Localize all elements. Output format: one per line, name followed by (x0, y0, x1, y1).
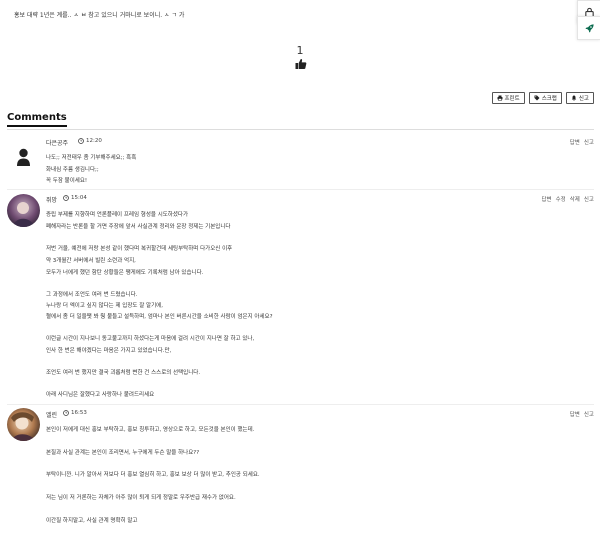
comment-time: 15:04 (63, 195, 87, 201)
clock-icon (63, 410, 69, 416)
comment-divider (7, 404, 594, 405)
tags-icon (534, 95, 540, 101)
comment-line: 나도;; 저전태우 좀 기부해주세요;; 흑흑 (46, 155, 137, 161)
clock-icon (78, 138, 84, 144)
comment-line: 누나랑 더 엑이고 싶지 않다는 제 입장도 잘 알기에, (46, 303, 163, 309)
comments-heading: Comments (7, 112, 67, 127)
comment-line: 이간질 하지말고, 사실 관계 명확히 말고 (46, 518, 138, 524)
comment-author[interactable]: 다은공주 (46, 138, 68, 147)
edit-link[interactable]: 수정 (556, 195, 566, 203)
comment-line: 이런글 시간이 지나보니 동고불고까지 하셨다는게 마음에 걸려 시간이 지나면… (46, 336, 255, 342)
comment-line: 폐해자라는 반론을 할 거면 주장에 앞서 사실관계 정리와 운장 정제는 기본… (46, 224, 231, 230)
print-label: 프린트 (504, 96, 520, 102)
print-button[interactable]: 프린트 (491, 92, 525, 104)
comment-author[interactable]: 쥐망 (46, 195, 57, 204)
comments-heading-rule (7, 129, 594, 130)
comment-line: 본인이 저에게 대신 홍보 부탁하고, 홍보 칭투하고, 영상으로 하고, 모든… (46, 427, 255, 433)
reply-link[interactable]: 답변 (570, 138, 580, 146)
comment-author[interactable]: 엘린 (46, 410, 57, 419)
comment-line: 약 3개월간 서버에서 빌린 소련과 억지, (46, 258, 136, 264)
side-rocket-button[interactable] (577, 16, 600, 40)
comment-time-text: 15:04 (71, 195, 87, 201)
delete-link[interactable]: 삭제 (570, 195, 580, 203)
comment-line: 모두가 너에게 했던 함탄 상황들은 쨍게에도 기록처럼 남아 있습니다. (46, 270, 204, 276)
comment-time: 16:53 (63, 410, 87, 416)
comment-line: 부탁이니깐. 니가 알아서 저보다 더 홍보 열심히 하고, 홍보 보상 더 많… (46, 472, 260, 478)
report-label: 신고 (578, 96, 589, 102)
report-link[interactable]: 신고 (584, 410, 594, 418)
report-button[interactable]: 신고 (565, 92, 594, 104)
user-avatar (7, 408, 40, 441)
comment-line: 본질과 사실 관계는 본인이 조리면서, 누구에게 두슨 말을 하나요?? (46, 450, 200, 456)
rocket-icon (584, 23, 594, 33)
print-icon (497, 95, 502, 101)
default-user-avatar-icon (17, 148, 30, 166)
reply-link[interactable]: 답변 (570, 410, 580, 418)
scrap-label: 스크랩 (541, 96, 557, 102)
thumbs-up-icon[interactable] (295, 58, 307, 70)
report-link[interactable]: 신고 (584, 138, 594, 146)
comment-time-text: 16:53 (71, 410, 87, 416)
clock-icon (63, 195, 69, 201)
reply-link[interactable]: 답변 (542, 195, 552, 203)
comment-line: 조언도 여러 번 했지만 결국 괴롭처럼 변한 건 스스로의 선택입니다. (46, 370, 201, 376)
comment-line: 인사 한 번은 해야겠다는 마음은 가지고 있었습니다.만, (46, 348, 172, 354)
comment-line: 꼭 두잠 불이세요! (46, 178, 88, 184)
scrap-button[interactable]: 스크랩 (528, 92, 562, 104)
user-avatar (7, 194, 40, 227)
comment-line: 그 과정에서 조언도 여러 번 드렸습니다. (46, 292, 138, 298)
comment-line: 아래 사디님은 잘했다고 사랑하나 붙려드리세요 (46, 392, 155, 398)
like-count: 1 (296, 44, 304, 57)
comment-line: 혈에서 좀 더 일을쨋 봐 줭 불들고 설득하며, 엄마나 본인 버른시간을 소… (46, 314, 273, 320)
comment-line: 저는 님이 저 거론하는 자체가 아주 많이 퇴게 되게 정말로 우주반급 재수… (46, 495, 236, 501)
comment-divider (7, 189, 594, 190)
comment-line: 증립 부제를 지향하며 언론플레이 프레임 형성을 시도하셨다가 (46, 212, 189, 218)
bell-icon (571, 95, 577, 101)
comment-time-text: 12:20 (86, 138, 102, 144)
comment-line: 저번 거울, 예전에 저랑 본성 같이 했다며 복귀할건데 세팅부탁하며 다가오… (46, 246, 233, 252)
post-text: 홍보 대략 1년은 계를.. ㅅ ㅂ 참고 있으니 거마니로 보이니. ㅅ ㄱ … (14, 12, 185, 19)
comment-time: 12:20 (78, 138, 102, 144)
comment-line: 화내심 주름 생김니다;; (46, 167, 99, 173)
report-link[interactable]: 신고 (584, 195, 594, 203)
